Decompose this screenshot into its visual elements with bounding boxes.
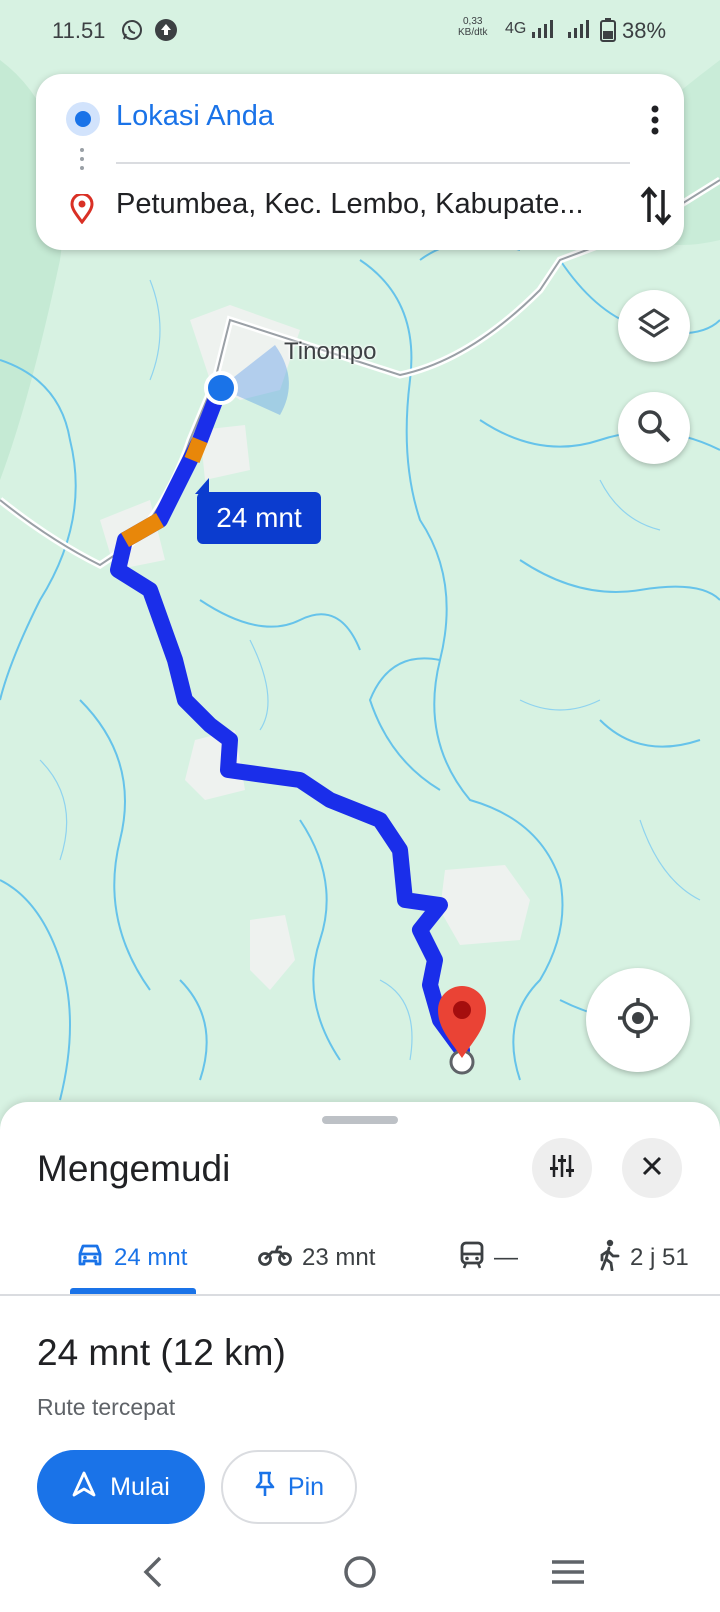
swap-directions-icon[interactable] [638,184,674,228]
close-button[interactable] [622,1138,682,1198]
recents-menu-icon[interactable] [550,1552,586,1597]
battery-icon [600,18,616,47]
my-location-button[interactable] [586,968,690,1072]
battery-percent: 38% [622,18,667,43]
origin-field[interactable]: Lokasi Anda [116,100,586,133]
active-tab-indicator [70,1288,196,1294]
route-summary-time: 24 mnt (12 km) [37,1332,286,1373]
tab-transit-label: — [494,1244,518,1271]
directions-card: Lokasi Anda Petumbea, Kec. Lembo, Kabupa… [36,74,684,250]
tab-motorcycle-label: 23 mnt [302,1244,376,1271]
connector-dots [80,148,84,175]
my-location-icon [616,996,660,1045]
sheet-drag-handle[interactable] [322,1116,398,1124]
motorcycle-icon [258,1243,292,1274]
tab-transit[interactable]: — [460,1222,518,1294]
field-divider [116,162,630,164]
whatsapp-icon [120,18,144,47]
travel-mode-tabs: 24 mnt 23 mnt — 2 j 51 [0,1222,720,1296]
pin-route-button[interactable]: Pin [221,1450,357,1524]
walk-icon [598,1239,620,1278]
signal-strength-icon [530,18,554,45]
pin-icon [254,1470,276,1505]
start-navigation-button[interactable]: Mulai [37,1450,205,1524]
route-duration-badge[interactable]: 24 mnt [195,478,321,544]
tab-motorcycle[interactable]: 23 mnt [258,1222,375,1294]
home-icon[interactable] [340,1552,380,1597]
route-summary-subtitle: Rute tercepat [37,1394,176,1420]
origin-dot-icon [66,102,100,136]
transit-icon [460,1241,484,1276]
pin-route-label: Pin [287,1472,325,1501]
car-icon [76,1242,104,1275]
search-icon [637,409,671,448]
status-time: 11.51 [52,18,106,43]
route-options-button[interactable] [532,1138,592,1198]
back-icon[interactable] [138,1552,168,1597]
destination-field[interactable]: Petumbea, Kec. Lembo, Kabupate... [116,188,586,221]
upload-icon [154,18,178,47]
travel-mode-title: Mengemudi [37,1148,231,1189]
sliders-icon [548,1152,576,1185]
location-pin-icon [70,192,94,229]
signal-strength-2-icon [566,18,590,45]
network-type: 4G [505,20,527,37]
start-navigation-label: Mulai [110,1472,170,1501]
layers-icon [637,307,671,346]
status-bar: 11.51 0,33 KB/dtk 4G 38% [0,0,720,60]
tab-walking-label: 2 j 51 [630,1244,689,1271]
current-location-marker [204,371,238,405]
network-speed: 0,33 KB/dtk [458,16,488,38]
directions-bottom-sheet: Mengemudi 24 mnt 23 mnt — 2 j 51 24 mnt … [0,1102,720,1612]
close-icon [641,1155,663,1182]
tab-driving[interactable]: 24 mnt [76,1222,187,1294]
system-navigation-bar [0,1540,720,1612]
navigation-arrow-icon [72,1471,96,1504]
more-options-icon[interactable] [640,102,670,138]
search-along-route-button[interactable] [618,392,690,464]
layers-button[interactable] [618,290,690,362]
tab-driving-label: 24 mnt [114,1244,188,1271]
place-label-tinompo: Tinompo [284,338,377,365]
tab-walking[interactable]: 2 j 51 [598,1222,689,1294]
